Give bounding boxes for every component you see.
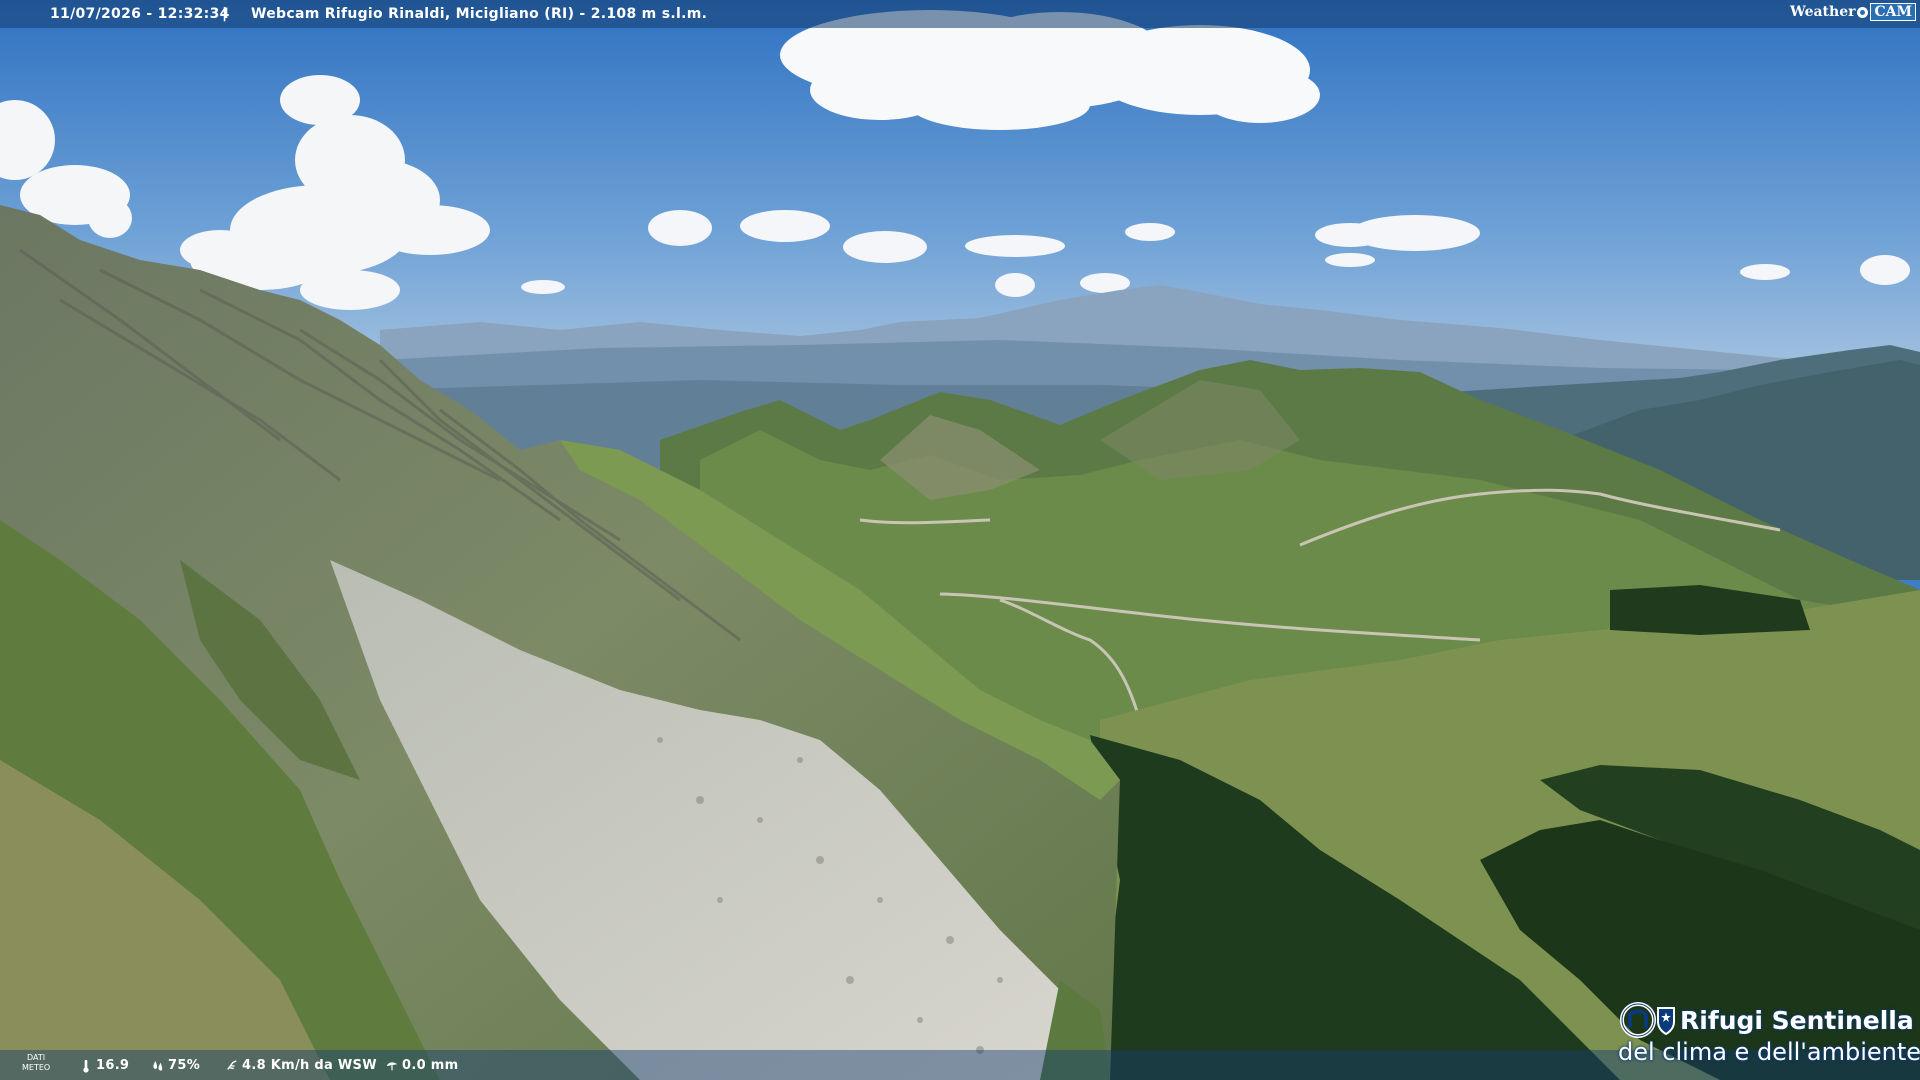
rifugi-sentinella-logo: Rifugi Sentinella del clima e dell'ambie…: [1618, 998, 1920, 1068]
temperature-value: 16.9: [96, 1058, 130, 1073]
timestamp: 11/07/2026 - 12:32:34: [50, 6, 230, 22]
logo-subtitle: del clima e dell'ambiente: [1618, 1038, 1920, 1066]
thermometer-icon: [83, 1059, 89, 1073]
webcam-frame: 11/07/2026 - 12:32:34 | Webcam Rifugio R…: [0, 0, 1920, 1080]
weathercam-logo-weather: Weather: [1789, 4, 1856, 20]
weather-data-label: DATI METEO: [22, 1053, 50, 1073]
mountain-landscape-image: [0, 0, 1920, 1080]
rain-value: 0.0 mm: [402, 1058, 459, 1073]
humidity-value: 75%: [168, 1058, 201, 1073]
header-bar: 11/07/2026 - 12:32:34 | Webcam Rifugio R…: [0, 0, 1920, 28]
rain-reading: 0.0 mm: [386, 1058, 458, 1073]
weathercam-logo-cam: CAM: [1870, 3, 1916, 21]
webcam-title: Webcam Rifugio Rinaldi, Micigliano (RI) …: [251, 6, 708, 22]
weathercam-logo: Weather CAM: [1790, 3, 1916, 21]
wind-icon: [227, 1059, 237, 1070]
humidity-icon: [153, 1060, 163, 1071]
temperature-reading: 16.9: [80, 1058, 129, 1073]
humidity-reading: 75%: [152, 1058, 200, 1073]
rifugi-emblem-icon: [1620, 1002, 1675, 1038]
wind-reading: 4.8 Km/h da WSW: [226, 1058, 377, 1073]
weather-label-line2: METEO: [22, 1063, 51, 1072]
header-separator: |: [222, 6, 228, 22]
logo-title: Rifugi Sentinella: [1680, 1006, 1914, 1035]
wind-value: 4.8 Km/h da WSW: [242, 1058, 377, 1073]
lens-icon: [1857, 6, 1869, 18]
weather-label-line1: DATI: [27, 1053, 46, 1062]
rain-icon: [386, 1061, 398, 1070]
